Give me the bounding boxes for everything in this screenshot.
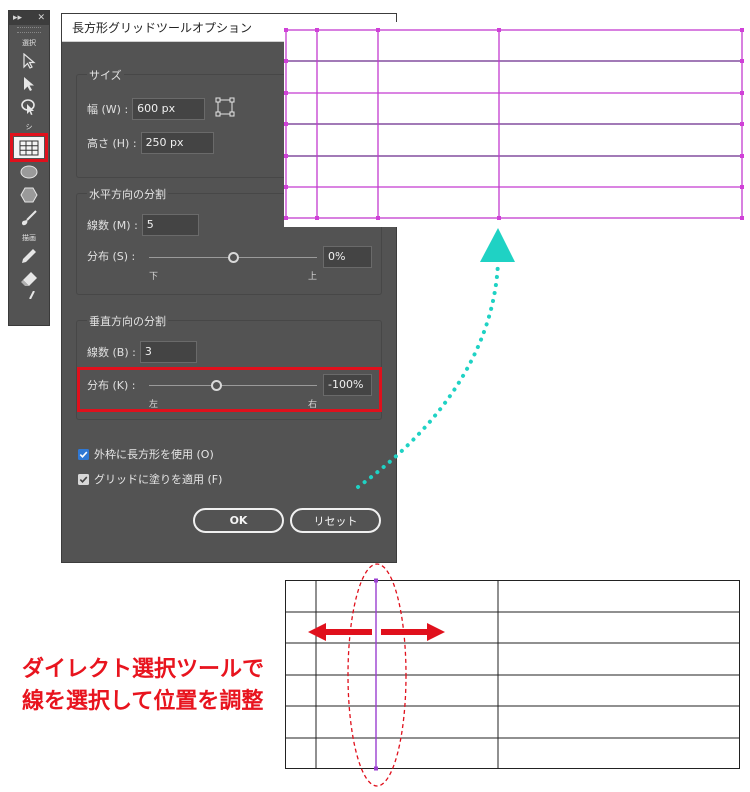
selected-line-anchor — [374, 766, 378, 771]
grid-result-bottom — [285, 580, 740, 769]
move-left-arrowhead — [308, 623, 326, 641]
instruction-annotation: ダイレクト選択ツールで 線を選択して位置を調整 — [22, 654, 264, 718]
annotation-line-1: ダイレクト選択ツールで — [22, 657, 265, 682]
move-right-arrowhead — [427, 623, 445, 641]
teal-dotted-arrow — [356, 260, 500, 489]
selected-line-anchor — [374, 578, 378, 583]
annotation-line-2: 線を選択して位置を調整 — [22, 689, 264, 714]
teal-arrowhead — [480, 228, 515, 262]
